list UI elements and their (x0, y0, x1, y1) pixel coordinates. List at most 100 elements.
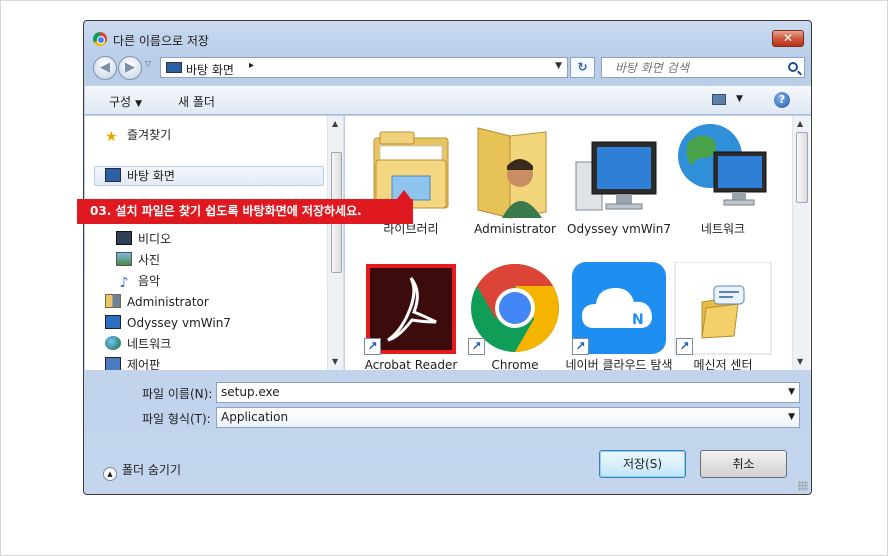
cancel-button[interactable]: 취소 (700, 450, 787, 478)
file-item-chrome[interactable]: ↗ Chrome (466, 262, 564, 370)
toolbar: 구성 ▼ 새 폴더 ▼ ? (85, 85, 811, 115)
content-scroll-thumb[interactable] (796, 132, 808, 203)
forward-arrow-icon: ▶ (125, 60, 135, 75)
search-box[interactable] (601, 57, 805, 78)
video-icon (116, 231, 132, 245)
filename-label: 파일 이름(N): (142, 387, 213, 401)
nav-item-label: 즐겨찾기 (127, 128, 172, 142)
breadcrumb-arrow-icon[interactable]: ▸ (249, 60, 254, 71)
recent-locations-dropdown[interactable]: ▽ (145, 59, 151, 68)
shortcut-arrow-icon: ↗ (364, 338, 381, 355)
file-item-naver-cloud[interactable]: N ↗ 네이버 클라우드 탐색기 (566, 262, 673, 370)
nav-item-music[interactable]: ♪ 음악 (116, 272, 161, 291)
desktop-icon (166, 62, 182, 73)
hide-folders-button[interactable]: ▲ 폴더 숨기기 (103, 461, 181, 481)
file-item-label: 라이브러리 (383, 222, 439, 236)
nav-item-computer[interactable]: Odyssey vmWin7 (105, 314, 231, 332)
file-item-label: Chrome (491, 358, 539, 370)
title-bar: 다른 이름으로 저장 ✕ (84, 21, 811, 55)
resize-grip[interactable] (798, 481, 808, 491)
file-item-administrator[interactable]: Administrator (466, 122, 564, 242)
nav-item-label: 음악 (138, 274, 161, 288)
nav-item-administrator[interactable]: Administrator (105, 293, 209, 311)
back-arrow-icon: ◀ (100, 60, 110, 75)
nav-item-photos[interactable]: 사진 (116, 251, 160, 269)
computer-icon (105, 315, 121, 329)
control-panel-icon (105, 357, 121, 370)
file-item-libraries[interactable]: 라이브러리 (362, 122, 460, 242)
scroll-up-icon[interactable]: ▲ (332, 119, 338, 128)
forward-button[interactable]: ▶ (118, 56, 142, 80)
file-item-label: 네트워크 (700, 222, 746, 236)
instruction-callout: 03. 설치 파일은 찾기 쉽도록 바탕화면에 저장하세요. (77, 190, 413, 224)
content-scrollbar[interactable]: ▲ ▼ (792, 116, 810, 370)
close-button[interactable]: ✕ (772, 30, 804, 47)
scroll-down-icon[interactable]: ▼ (332, 357, 338, 366)
desktop-icon (105, 168, 121, 182)
file-item-label: Odyssey vmWin7 (567, 222, 671, 236)
computer-icon (575, 141, 657, 211)
nav-item-video[interactable]: 비디오 (116, 230, 171, 248)
scroll-down-icon[interactable]: ▼ (797, 357, 803, 366)
file-list-pane: 라이브러리 Administrator Odyssey vmWin7 네트워크 … (345, 116, 811, 370)
filename-field[interactable]: setup.exe ▼ (216, 382, 800, 403)
user-folder-icon (105, 294, 121, 308)
shortcut-arrow-icon: ↗ (572, 338, 589, 355)
file-item-label: Administrator (474, 222, 556, 236)
shortcut-arrow-icon: ↗ (468, 338, 485, 355)
hide-folders-label: 폴더 숨기기 (122, 463, 182, 477)
organize-button[interactable]: 구성 ▼ (109, 93, 142, 110)
file-item-acrobat[interactable]: ↗ Acrobat Reader DC (362, 262, 460, 370)
search-input[interactable] (615, 61, 775, 75)
chrome-icon (93, 32, 107, 46)
user-folder-icon (477, 127, 547, 219)
navigation-pane: ★ 즐겨찾기 바탕 화면 비디오 사진 ♪ 음악 Administrator Ody… (85, 116, 344, 370)
file-item-network[interactable]: 네트워크 (674, 122, 772, 242)
refresh-icon: ↻ (577, 60, 588, 74)
back-button[interactable]: ◀ (93, 56, 117, 80)
file-item-label: 네이버 클라우드 탐색기 (565, 358, 673, 370)
filetype-select[interactable]: Application ▼ (216, 407, 800, 428)
nav-scrollbar[interactable]: ▲ ▼ (327, 116, 343, 370)
nav-item-label: 바탕 화면 (127, 169, 175, 183)
search-icon[interactable] (788, 62, 798, 72)
address-bar[interactable]: 바탕 화면 ▸ ▼ (160, 57, 568, 78)
nav-item-label: 비디오 (138, 232, 172, 246)
file-item-messenger-center[interactable]: ↗ 메신저 센터 (674, 261, 772, 370)
chevron-down-icon[interactable]: ▼ (555, 61, 562, 71)
nav-item-label: 사진 (138, 253, 161, 267)
chevron-down-icon[interactable]: ▼ (788, 387, 795, 397)
filetype-value: Application (221, 410, 289, 424)
music-icon: ♪ (119, 275, 129, 291)
filetype-label: 파일 형식(T): (142, 412, 211, 426)
nav-item-label: 제어판 (127, 358, 161, 370)
save-as-dialog: 다른 이름으로 저장 ✕ ◀ ▶ ▽ 바탕 화면 ▸ ▼ ↻ 구성▼ 새 폴더 … (83, 20, 812, 495)
save-button[interactable]: 저장(S) (599, 450, 686, 478)
nav-item-network[interactable]: 네트워크 (105, 335, 171, 353)
organize-label: 구성 (109, 95, 132, 109)
network-icon (678, 124, 767, 206)
nav-item-favorites[interactable]: ★ 즐겨찾기 (105, 126, 171, 144)
nav-item-label: 네트워크 (127, 337, 172, 351)
scroll-up-icon[interactable]: ▲ (797, 119, 803, 128)
file-item-label: Acrobat Reader DC (364, 358, 458, 370)
window-title: 다른 이름으로 저장 (113, 34, 209, 48)
file-item-computer[interactable]: Odyssey vmWin7 (567, 122, 671, 242)
change-view-icon[interactable] (712, 94, 726, 105)
photo-icon (116, 252, 132, 266)
address-location[interactable]: 바탕 화면 (186, 61, 234, 78)
new-folder-button[interactable]: 새 폴더 (178, 93, 215, 110)
nav-item-label: Administrator (127, 295, 209, 309)
chevron-down-icon[interactable]: ▼ (788, 412, 795, 422)
shortcut-arrow-icon: ↗ (676, 338, 693, 355)
refresh-button[interactable]: ↻ (570, 57, 595, 78)
help-icon[interactable]: ? (774, 92, 790, 108)
nav-item-desktop[interactable]: 바탕 화면 (105, 167, 175, 185)
view-options-dropdown[interactable]: ▼ (736, 94, 743, 104)
chevron-down-icon: ▼ (135, 99, 143, 109)
svg-text:N: N (632, 312, 644, 328)
nav-item-control-panel[interactable]: 제어판 (105, 356, 160, 370)
nav-item-label: Odyssey vmWin7 (127, 316, 231, 330)
network-icon (105, 336, 121, 350)
star-icon: ★ (105, 129, 118, 145)
